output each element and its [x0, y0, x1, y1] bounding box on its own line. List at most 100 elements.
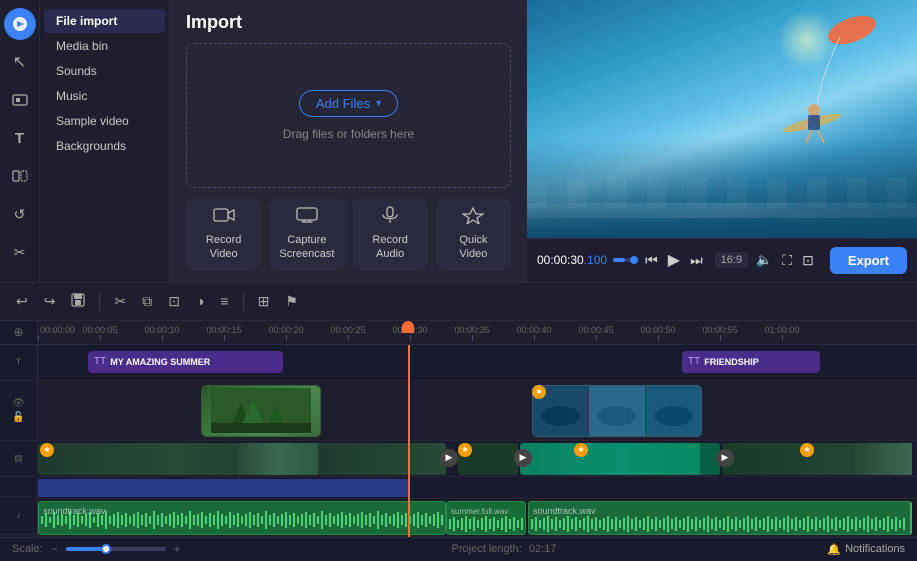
- file-panel-item-sounds[interactable]: Sounds: [44, 59, 165, 83]
- scale-label: Scale:: [12, 543, 43, 555]
- time-current: 00:00:30: [537, 253, 584, 267]
- crop-button[interactable]: ⊡: [162, 289, 186, 314]
- aspect-ratio-label: 16:9: [715, 252, 748, 268]
- chevron-down-icon: ▾: [376, 98, 381, 109]
- eye-icon[interactable]: 👁: [12, 398, 25, 409]
- notifications-button[interactable]: 🔔 Notifications: [827, 543, 905, 556]
- timeline-area: ↩ ↪ ✂ ⧉ ⊡ ◑ ≡ ⊞ ⚑ ⊕ T: [0, 282, 917, 561]
- narration-clip[interactable]: [38, 479, 408, 497]
- quick-video-icon: [462, 206, 484, 229]
- video-track-ctrl: 👁 🔓: [0, 381, 37, 441]
- history-icon[interactable]: ↺: [4, 198, 36, 230]
- file-panel-item-fileimport[interactable]: File import: [44, 9, 165, 33]
- transition-icon[interactable]: [4, 160, 36, 192]
- skip-back-button[interactable]: ⏮: [643, 250, 660, 271]
- insert-button[interactable]: ⊞: [252, 289, 276, 314]
- quick-video-button[interactable]: QuickVideo: [436, 198, 511, 270]
- import-area: Import Add Files ▾ Drag files or folders…: [170, 0, 527, 282]
- audio-track-row: soundtrack.wav: [38, 499, 917, 537]
- title-clip-2-label: FRIENDSHIP: [704, 357, 759, 367]
- media-icon[interactable]: [4, 84, 36, 116]
- track-add-icon[interactable]: ⊕: [13, 325, 23, 339]
- timeline-scroll[interactable]: 00:00:00 00:00:05 00:00:10 00:00:15 00:0…: [38, 321, 917, 537]
- narration-track-ctrl: [0, 477, 37, 497]
- notifications-label: Notifications: [845, 543, 905, 555]
- file-panel-item-samplevideo[interactable]: Sample video: [44, 109, 165, 133]
- record-audio-button[interactable]: RecordAudio: [353, 198, 428, 270]
- drop-zone[interactable]: Add Files ▾ Drag files or folders here: [186, 43, 511, 188]
- video-clip-2[interactable]: [532, 385, 702, 437]
- export-button[interactable]: Export: [830, 247, 907, 274]
- file-panel-item-backgrounds[interactable]: Backgrounds: [44, 134, 165, 158]
- video-clip-1[interactable]: [201, 385, 321, 437]
- clip-transition-2[interactable]: ▶: [514, 449, 532, 467]
- preview-progress-bar[interactable]: [613, 258, 637, 262]
- preview-area: 00:00:30.100 ⏮ ▶ ⏭ 16:9 🔈 ⛶ ⊡ Export: [527, 0, 917, 282]
- file-panel-item-mediabin[interactable]: Media bin: [44, 34, 165, 58]
- scale-plus-icon[interactable]: +: [174, 542, 181, 556]
- add-files-button[interactable]: Add Files ▾: [299, 90, 398, 117]
- save-button[interactable]: [65, 289, 91, 314]
- title-track-ctrl: T: [0, 345, 37, 381]
- scale-dot: [101, 544, 111, 554]
- capture-screencast-button[interactable]: CaptureScreencast: [269, 198, 344, 270]
- copy-button[interactable]: ⧉: [136, 289, 158, 314]
- bottom-clip-1[interactable]: [38, 443, 446, 475]
- tracks-container: TT MY AMAZING SUMMER TT FRIENDSHIP: [38, 345, 917, 537]
- bottom-clip-row: ★ ▶ ★ ★: [38, 441, 917, 477]
- file-panel-item-music[interactable]: Music: [44, 84, 165, 108]
- bottom-clip-4[interactable]: [722, 443, 912, 475]
- scale-minus-icon[interactable]: −: [51, 542, 58, 556]
- logo-icon[interactable]: [4, 8, 36, 40]
- play-button[interactable]: ▶: [666, 248, 682, 272]
- tools-icon[interactable]: ✂: [4, 236, 36, 268]
- color-button[interactable]: ◑: [190, 289, 210, 313]
- ruler-spacer: ⊕: [0, 321, 37, 345]
- capture-screencast-label: CaptureScreencast: [279, 233, 334, 262]
- cursor-icon[interactable]: ↖: [4, 46, 36, 78]
- more-options-button[interactable]: ⊡: [800, 250, 816, 271]
- record-video-button[interactable]: RecordVideo: [186, 198, 261, 270]
- bottom-clip-3[interactable]: [520, 443, 720, 475]
- record-video-label: RecordVideo: [206, 233, 241, 262]
- audio-clip-3[interactable]: soundtrack.wav: [528, 501, 912, 535]
- track-controls-panel: ⊕ T 👁 🔓 ▤ ♪: [0, 321, 38, 537]
- svg-text:soundtrack.wav: soundtrack.wav: [43, 506, 106, 516]
- title-clip-1[interactable]: TT MY AMAZING SUMMER: [88, 351, 283, 373]
- flag-button[interactable]: ⚑: [279, 289, 304, 314]
- audio-clip-1[interactable]: soundtrack.wav: [38, 501, 446, 535]
- title-clip-1-label: MY AMAZING SUMMER: [110, 357, 210, 367]
- star-badge-5: ★: [574, 443, 588, 457]
- record-audio-icon: [379, 206, 401, 229]
- drop-zone-text: Drag files or folders here: [283, 127, 414, 141]
- undo-button[interactable]: ↩: [10, 289, 34, 314]
- record-video-icon: [213, 206, 235, 229]
- star-badge-3: ★: [40, 443, 54, 457]
- audio-clip-2[interactable]: summer.full.wav: [446, 501, 526, 535]
- volume-button[interactable]: 🔈: [754, 250, 774, 270]
- adjust-button[interactable]: ≡: [214, 289, 234, 313]
- lock-icon[interactable]: 🔓: [12, 412, 24, 423]
- audio-icon[interactable]: ♪: [16, 510, 21, 521]
- project-length: Project length: 02:17: [189, 543, 820, 555]
- add-files-label: Add Files: [316, 96, 370, 111]
- cut-button[interactable]: ✂: [108, 289, 132, 314]
- redo-button[interactable]: ↪: [38, 289, 62, 314]
- title-clip-2[interactable]: TT FRIENDSHIP: [682, 351, 820, 373]
- import-title: Import: [186, 12, 511, 33]
- skip-forward-button[interactable]: ⏭: [688, 250, 705, 271]
- clip-track-icon: ▤: [14, 453, 23, 464]
- bell-icon: 🔔: [827, 543, 841, 556]
- bottom-track-ctrl: ▤: [0, 441, 37, 477]
- file-panel: File import Media bin Sounds Music Sampl…: [40, 0, 170, 282]
- title-track-row: TT MY AMAZING SUMMER TT FRIENDSHIP: [38, 345, 917, 381]
- text-icon[interactable]: T: [4, 122, 36, 154]
- app-container: ↖ T ↺ ✂ File import Media bin Sounds Mus…: [0, 0, 917, 536]
- clip-transition-1[interactable]: ▶: [440, 449, 458, 467]
- fullscreen-button[interactable]: ⛶: [780, 250, 794, 271]
- progress-dot: [630, 256, 638, 264]
- clip-transition-3[interactable]: ▶: [716, 449, 734, 467]
- time-fraction: 100: [587, 253, 607, 267]
- scale-slider[interactable]: [66, 547, 166, 551]
- star-badge-6: ★: [800, 443, 814, 457]
